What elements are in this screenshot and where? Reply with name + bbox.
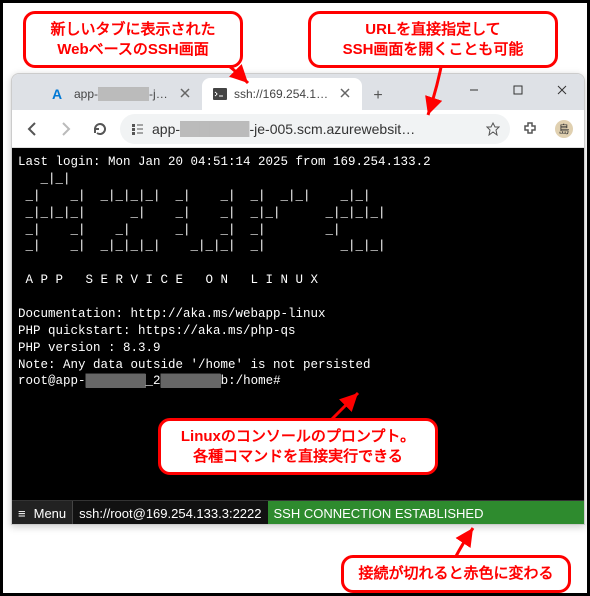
close-icon[interactable] — [180, 87, 194, 101]
callout-text: Linuxのコンソールのプロンプト。 各種コマンドを直接実行できる — [181, 428, 415, 465]
terminal-prompt: root@app-████████_2████████b:/home# — [18, 374, 281, 388]
site-settings-icon — [130, 122, 144, 136]
svg-text:島: 島 — [559, 122, 570, 136]
extensions-icon[interactable] — [516, 115, 544, 143]
callout-text: 接続が切れると赤色に変わる — [358, 565, 553, 582]
callout-text: 新しいタブに表示された WebベースのSSH画面 — [50, 21, 215, 58]
window-controls — [452, 74, 584, 106]
statusbar-connection: SSH CONNECTION ESTABLISHED — [268, 501, 585, 525]
callout-top-left: 新しいタブに表示された WebベースのSSH画面 — [23, 11, 243, 68]
statusbar-url: ssh://root@169.254.133.3:2222 — [73, 501, 267, 525]
close-button[interactable] — [540, 74, 584, 106]
terminal-ascii-art: _|_| _| _| _|_|_|_| _| _| _| _|_| _|_| _… — [18, 172, 386, 287]
callout-top-right: URLを直接指定して SSH画面を開くことも可能 — [308, 11, 558, 68]
terminal-doc: Documentation: http://aka.ms/webapp-linu… — [18, 307, 326, 321]
terminal-note: Note: Any data outside '/home' is not pe… — [18, 358, 371, 372]
maximize-button[interactable] — [496, 74, 540, 106]
callout-text: URLを直接指定して SSH画面を開くことも可能 — [343, 21, 524, 58]
terminal-last-login: Last login: Mon Jan 20 04:51:14 2025 fro… — [18, 155, 431, 169]
tab-title: app-██████-j… — [74, 87, 174, 101]
star-icon[interactable] — [486, 122, 500, 136]
terminal-php-qs: PHP quickstart: https://aka.ms/php-qs — [18, 324, 296, 338]
close-icon[interactable] — [340, 87, 354, 101]
back-button[interactable] — [18, 115, 46, 143]
reload-button[interactable] — [86, 115, 114, 143]
azure-favicon: A — [52, 86, 68, 102]
statusbar-menu[interactable]: ≡ Menu — [12, 501, 73, 525]
tab-strip: A app-██████-j… ssh://169.254.133.3 + — [12, 74, 584, 110]
toolbar: app-███████-je-005.scm.azurewebsit… 島 — [12, 110, 584, 148]
callout-middle: Linuxのコンソールのプロンプト。 各種コマンドを直接実行できる — [158, 418, 438, 475]
forward-button[interactable] — [52, 115, 80, 143]
callout-bottom-right: 接続が切れると赤色に変わる — [341, 555, 571, 593]
tab-inactive[interactable]: A app-██████-j… — [42, 78, 202, 110]
terminal-php-ver: PHP version : 8.3.9 — [18, 341, 161, 355]
profile-avatar[interactable]: 島 — [550, 115, 578, 143]
new-tab-button[interactable]: + — [364, 82, 392, 110]
statusbar: ≡ Menu ssh://root@169.254.133.3:2222 SSH… — [12, 500, 584, 525]
